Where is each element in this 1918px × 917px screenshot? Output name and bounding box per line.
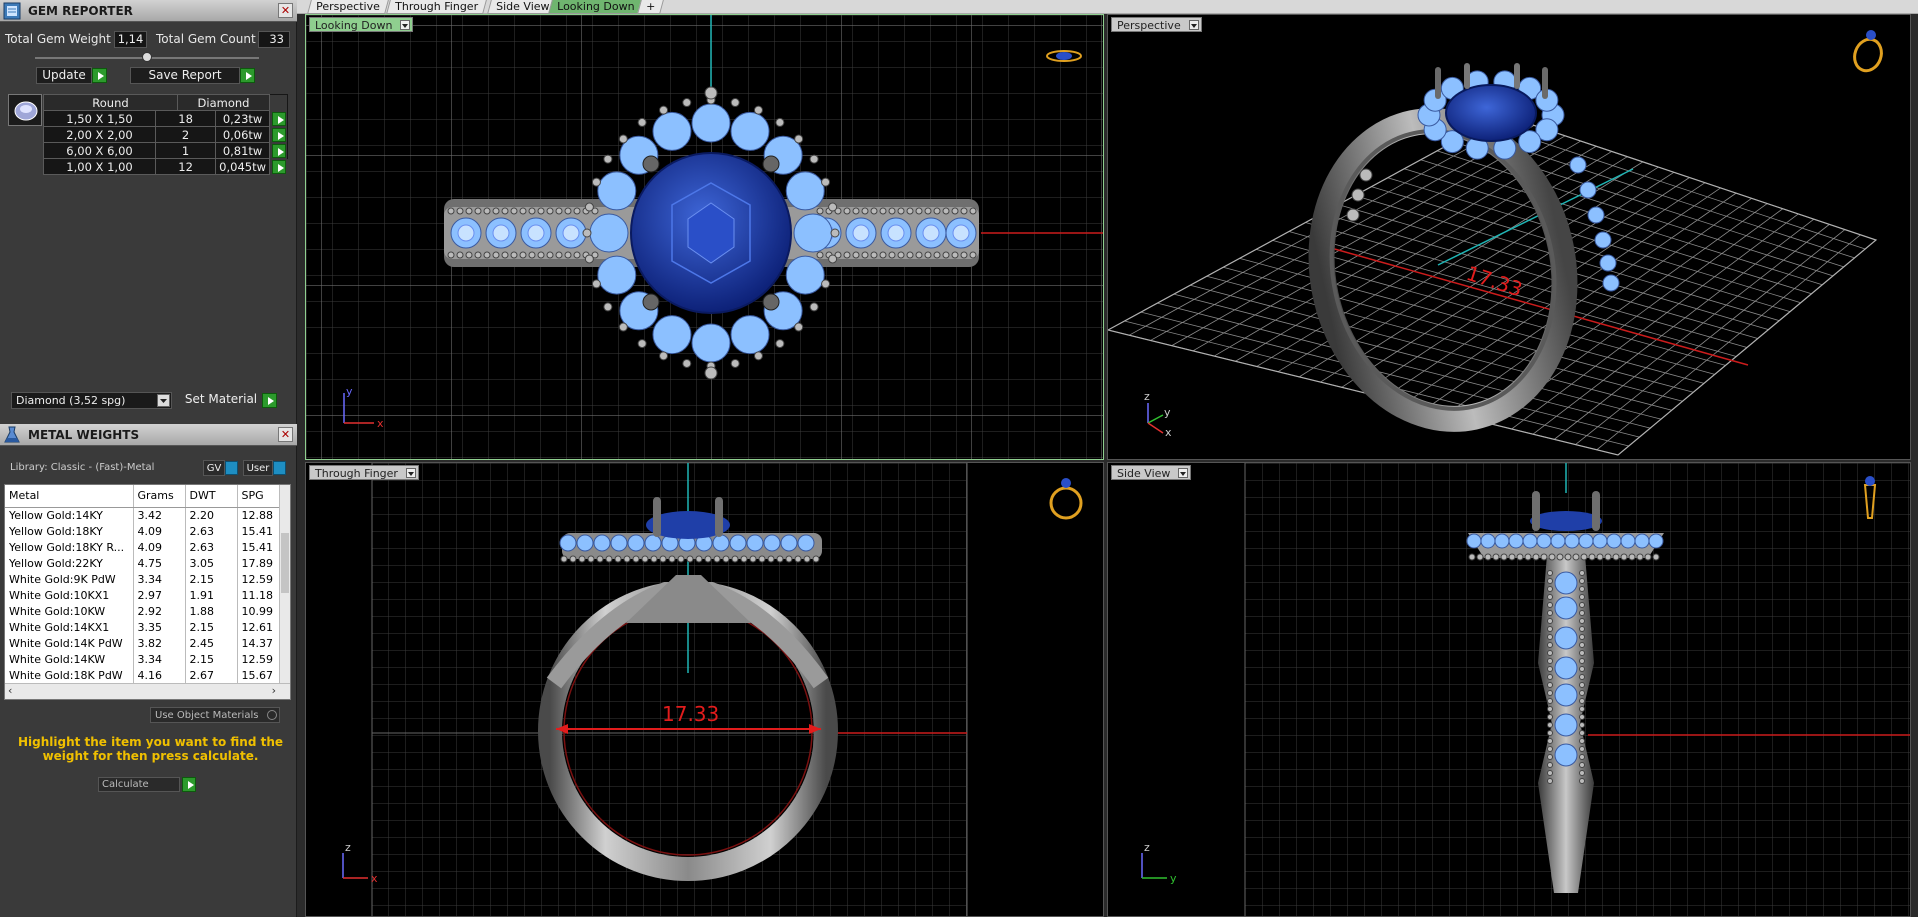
axis-z-label: z [1144, 841, 1150, 854]
total-gem-weight-label: Total Gem Weight [5, 32, 111, 46]
set-material-go-icon[interactable] [262, 393, 277, 408]
table-row[interactable]: White Gold:10KW 2.92 1.88 10.99 [5, 603, 283, 619]
calculate-go-icon[interactable] [182, 777, 196, 792]
gem-type-header: Diamond [177, 94, 270, 111]
save-report-go-icon[interactable] [240, 68, 255, 83]
table-row[interactable]: White Gold:14K PdW 3.82 2.45 14.37 [5, 635, 283, 651]
table-row[interactable]: Yellow Gold:18KY 4.09 2.63 15.41 [5, 523, 283, 539]
table-row[interactable]: White Gold:10KX1 2.97 1.91 11.18 [5, 587, 283, 603]
set-material-button[interactable]: Set Material [181, 392, 261, 409]
viewport-label-through-finger[interactable]: Through Finger [309, 465, 419, 480]
axis-x-label: x [371, 872, 378, 885]
axis-z-label: z [345, 841, 351, 854]
gem-row-go-icon[interactable] [272, 159, 286, 174]
library-label: Library: Classic - (Fast)-Metal [10, 462, 155, 473]
gem-row-go-icon[interactable] [272, 127, 286, 142]
table-row[interactable]: Yellow Gold:22KY 4.75 3.05 17.89 [5, 555, 283, 571]
use-object-materials-label: Use Object Materials [155, 710, 259, 721]
total-gem-weight-value: 1,14 [114, 31, 147, 48]
tab-perspective[interactable]: Perspective [307, 0, 389, 14]
viewport-looking-down[interactable]: y x Looking Down [305, 14, 1104, 460]
total-gem-count-value: 33 [258, 31, 290, 48]
table-row[interactable]: White Gold:18K PdW 4.16 2.67 15.67 [5, 667, 283, 683]
metal-weights-hint: Highlight the item you want to find the … [17, 735, 284, 763]
total-gem-count-label: Total Gem Count [156, 32, 256, 46]
axis-y-label: y [1170, 872, 1177, 885]
gv-toggle[interactable]: GV [203, 460, 225, 476]
chevron-down-icon [400, 20, 411, 30]
ring-front-view-icon[interactable] [1049, 478, 1083, 520]
view-tab-strip: Perspective Through Finger Side View Loo… [297, 0, 1918, 14]
gem-reporter-close-icon[interactable]: ✕ [278, 3, 293, 18]
axis-x-label: x [377, 417, 384, 430]
metal-table-horizontal-scrollbar[interactable]: ‹ › [5, 683, 290, 699]
material-select[interactable]: Diamond (3,52 spg) [11, 392, 172, 409]
metal-weights-table[interactable]: Metal Grams DWT SPG Yellow Gold:14KY 3.42… [4, 484, 291, 700]
axis-x-label: x [1165, 426, 1172, 439]
add-tab-button[interactable]: + [637, 0, 665, 14]
metal-weights-close-icon[interactable]: ✕ [278, 427, 293, 442]
radio-icon[interactable] [267, 710, 277, 720]
gem-row-go-icon[interactable] [272, 111, 286, 126]
metal-table-vertical-scrollbar[interactable] [279, 485, 290, 685]
perspective-render: 17.33 z y x [1108, 30, 1885, 456]
update-go-icon[interactable] [92, 68, 107, 83]
save-report-button[interactable]: Save Report [130, 67, 240, 84]
round-gem-thumbnail[interactable] [8, 94, 42, 126]
chevron-down-icon [405, 468, 416, 478]
user-toggle[interactable]: User [243, 460, 273, 476]
gv-info-icon[interactable] [225, 461, 238, 475]
looking-down-render: y x [306, 15, 1103, 459]
chevron-down-icon[interactable] [157, 394, 170, 407]
metal-weights-header: METAL WEIGHTS ✕ [0, 424, 297, 446]
side-view-render: z y [1141, 463, 1910, 916]
table-row[interactable]: Yellow Gold:18KY R... 4.09 2.63 15.41 [5, 539, 283, 555]
table-row[interactable]: White Gold:14KX1 3.35 2.15 12.61 [5, 619, 283, 635]
gem-reporter-icon [3, 2, 21, 20]
axis-y-label: y [1164, 406, 1171, 419]
update-button[interactable]: Update [36, 67, 92, 84]
flask-icon [4, 426, 20, 443]
table-row[interactable]: White Gold:9K PdW 3.34 2.15 12.59 [5, 571, 283, 587]
tab-looking-down[interactable]: Looking Down [548, 0, 644, 14]
gem-row[interactable]: 1,00 X 1,00 12 0,045tw [43, 158, 288, 175]
grams-column-header[interactable]: Grams [133, 485, 186, 508]
through-finger-measurement: 17.33 [662, 702, 719, 726]
viewport-label-perspective[interactable]: Perspective [1111, 17, 1202, 32]
table-row[interactable]: Yellow Gold:14KY 3.42 2.20 12.88 [5, 507, 283, 523]
axis-y-label: y [346, 385, 353, 398]
gem-row[interactable]: 6,00 X 6,00 1 0,81tw [43, 142, 288, 159]
chevron-down-icon [1178, 468, 1189, 478]
spg-column-header[interactable]: SPG [237, 485, 283, 508]
left-panel: GEM REPORTER ✕ Total Gem Weight 1,14 Tot… [0, 0, 297, 917]
user-info-icon[interactable] [273, 461, 286, 475]
dwt-column-header[interactable]: DWT [185, 485, 238, 508]
table-row[interactable]: White Gold:14KW 3.34 2.15 12.59 [5, 651, 283, 667]
viewport-label-side-view[interactable]: Side View [1111, 465, 1192, 480]
metal-column-header[interactable]: Metal [5, 485, 134, 508]
chevron-down-icon [1188, 20, 1199, 30]
viewport-through-finger[interactable]: 17.33 z x Through Finger [305, 462, 1104, 917]
ring-perspective-view-icon[interactable] [1850, 30, 1885, 74]
metal-weights-title: METAL WEIGHTS [28, 428, 140, 442]
gem-summary-table: Round Diamond 1,50 X 1,50 18 0,23tw 2,00… [43, 94, 288, 175]
calculate-button[interactable]: Calculate [98, 777, 180, 792]
through-finger-render: 17.33 z x [342, 463, 1083, 916]
material-select-value: Diamond (3,52 spg) [16, 394, 126, 407]
gem-row[interactable]: 2,00 X 2,00 2 0,06tw [43, 126, 288, 143]
gem-reporter-header: GEM REPORTER ✕ [0, 0, 297, 22]
axis-z-label: z [1144, 390, 1150, 403]
gem-row[interactable]: 1,50 X 1,50 18 0,23tw [43, 110, 288, 127]
viewport-side-view[interactable]: z y Side View [1107, 462, 1911, 917]
use-object-materials-checkbox[interactable]: Use Object Materials [150, 707, 280, 723]
viewport-label-looking-down[interactable]: Looking Down [309, 17, 414, 32]
round-diamond-icon [14, 101, 38, 121]
gem-shape-header: Round [43, 94, 178, 111]
gem-reporter-title: GEM REPORTER [28, 4, 133, 18]
viewport-perspective[interactable]: 17.33 z y x Perspective [1107, 14, 1911, 460]
gem-row-go-icon[interactable] [272, 143, 286, 158]
gem-size-slider-handle[interactable] [142, 52, 152, 62]
tab-through-finger[interactable]: Through Finger [386, 0, 487, 14]
